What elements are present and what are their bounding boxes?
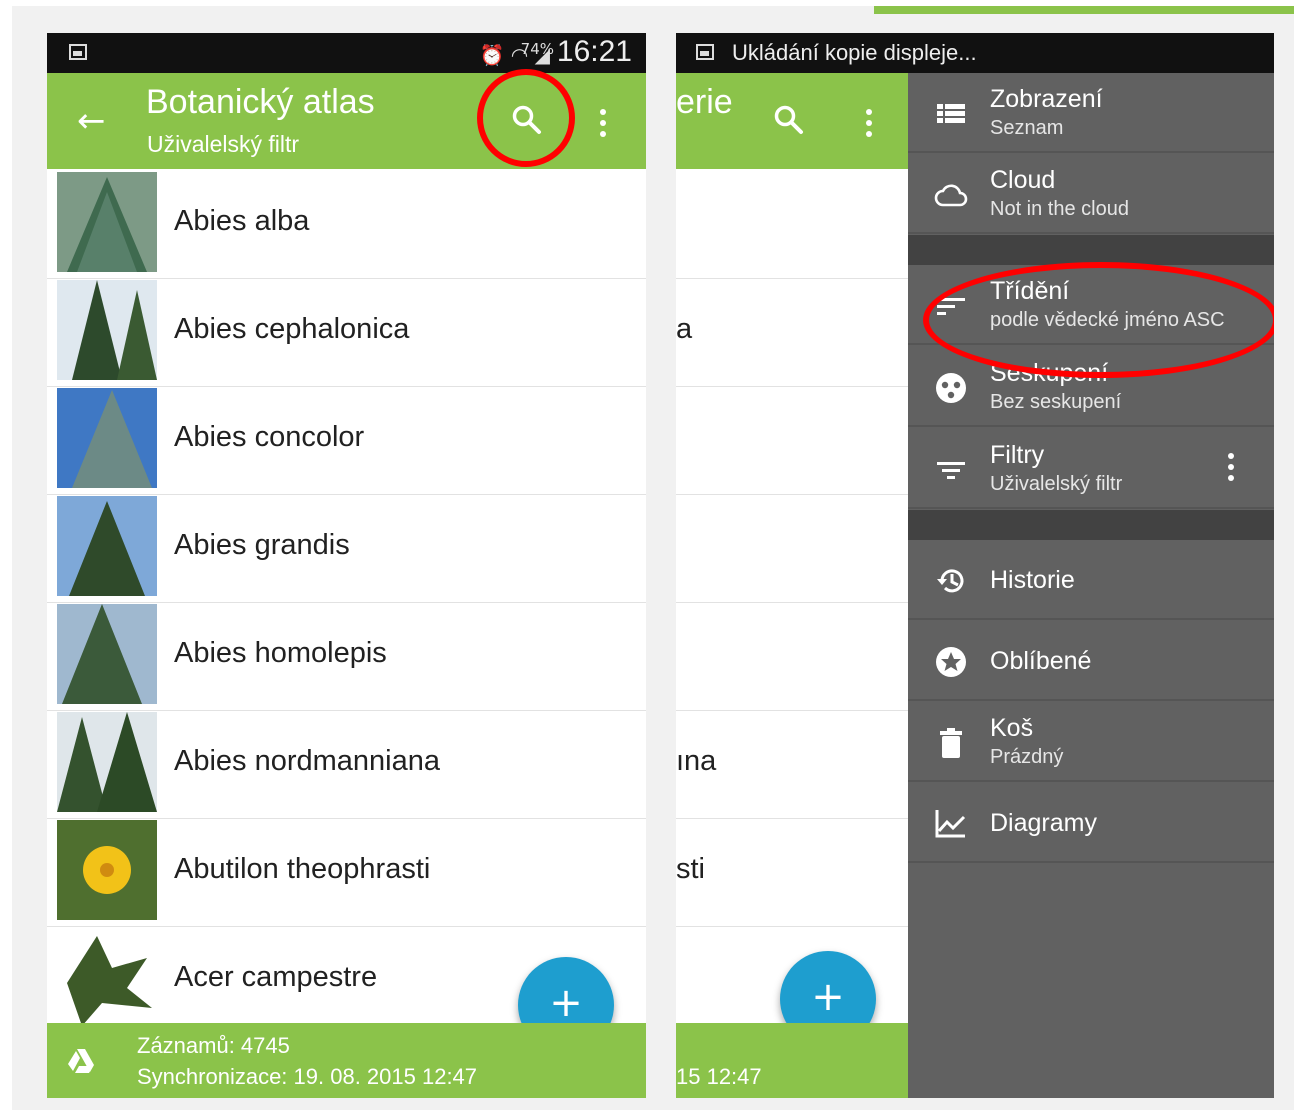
plant-thumbnail [57,388,157,488]
list-item-label: Abies nordmanniana [174,745,441,777]
list-item-label: Abies cephalonica [174,313,410,345]
plant-list: a ına sti [676,171,908,1035]
drawer-item-subtitle: Not in the cloud [990,198,1129,220]
app-title-fragment: erie [676,83,733,121]
list-item-label: sti [676,853,705,885]
list-item-label: Abies grandis [174,529,350,561]
list-item[interactable]: Abies cephalonica [47,279,646,387]
drawer-item-title: Zobrazení [990,85,1103,113]
list-item[interactable] [676,171,908,279]
app-title: Botanický atlas [146,83,375,121]
drawer-item-title: Oblíbené [990,647,1092,675]
list-item[interactable]: Abies alba [47,171,646,279]
sync-status: Synchronizace: 19. 08. 2015 12:47 [137,1064,478,1089]
plant-thumbnail [57,280,157,380]
list-item[interactable]: Abies nordmanniana [47,711,646,819]
drawer-divider [908,510,1274,540]
list-item[interactable] [676,603,908,711]
search-icon[interactable] [772,103,806,137]
clock: 16:21 [556,35,632,68]
list-item-label: a [676,313,693,345]
overflow-menu-icon[interactable] [865,109,873,139]
drawer-item-charts[interactable]: Diagramy [908,783,1274,863]
navigation-drawer: Zobrazení Seznam Cloud Not in the cloud … [908,73,1274,1098]
drawer-item-history[interactable]: Historie [908,540,1274,620]
plant-thumbnail [57,928,157,1028]
drawer-item-subtitle: Bez seskupení [990,391,1122,413]
list-item[interactable]: a [676,279,908,387]
screenshot-notification-icon [69,44,87,60]
list-item[interactable]: sti [676,819,908,927]
list-item-label: ına [676,745,717,777]
plant-thumbnail [57,172,157,272]
drive-icon [68,1049,94,1073]
trash-icon [940,728,962,758]
list-item-label: Abies homolepis [174,637,387,669]
plant-thumbnail [57,496,157,596]
phone-screen-drawer: Ukládání kopie displeje... erie a ına st… [676,33,1274,1098]
notification-text: Ukládání kopie displeje... [732,40,977,65]
group-icon [936,373,966,403]
drawer-item-title: Cloud [990,166,1056,194]
list-item[interactable]: Abies homolepis [47,603,646,711]
plant-thumbnail [57,604,157,704]
drawer-item-favorites[interactable]: Oblíbené [908,621,1274,701]
star-icon [936,647,966,677]
slide-accent [874,6,1294,14]
list-icon [937,104,965,123]
chart-icon [935,810,966,838]
plant-thumbnail [57,820,157,920]
phone-screen-list: ⏰ ◠ ◢ 74% 16:21 ← Botanický atlas Užival… [47,33,646,1098]
drawer-item-view[interactable]: Zobrazení Seznam [908,73,1274,153]
plant-list: Abies alba Abies cephalonica Abies conco… [47,171,646,1035]
sync-status-fragment: 15 12:47 [676,1064,762,1089]
list-item[interactable] [676,387,908,495]
list-item[interactable]: Abies concolor [47,387,646,495]
footer-bar: Záznamů: 4745 Synchronizace: 19. 08. 201… [47,1023,646,1098]
record-count: Záznamů: 4745 [137,1033,290,1058]
list-item[interactable]: Abies grandis [47,495,646,603]
history-icon [937,569,964,593]
back-arrow-icon[interactable]: ← [77,101,106,141]
drawer-item-title: Koš [990,714,1034,742]
footer-bar: 15 12:47 [676,1023,908,1098]
app-subtitle: Uživalelský filtr [147,131,300,157]
drawer-item-title: Diagramy [990,809,1097,837]
drawer-item-title: Filtry [990,441,1045,469]
list-item-label: Abutilon theophrasti [174,853,431,885]
overflow-menu-icon[interactable] [599,109,607,139]
sort-highlight-ellipse [923,262,1274,378]
battery-percentage: 74% [520,40,554,58]
drawer-item-cloud[interactable]: Cloud Not in the cloud [908,154,1274,234]
drawer-divider [908,235,1274,265]
filter-options-icon[interactable] [1227,453,1235,483]
status-bar: ⏰ ◠ ◢ 74% 16:21 [47,33,646,73]
list-item[interactable]: Abutilon theophrasti [47,819,646,927]
list-item[interactable] [676,495,908,603]
app-bar: erie [676,73,908,169]
drawer-item-subtitle: Seznam [990,117,1064,139]
drawer-item-subtitle: Prázdný [990,746,1064,768]
drawer-item-filters[interactable]: Filtry Uživalelský filtr [908,429,1274,509]
status-bar: Ukládání kopie displeje... [676,33,1274,73]
cloud-icon [934,184,968,207]
drawer-item-subtitle: Uživalelský filtr [990,473,1123,495]
drawer-item-trash[interactable]: Koš Prázdný [908,702,1274,782]
plant-thumbnail [57,712,157,812]
list-item-label: Acer campestre [174,961,378,993]
screenshot-notification-icon [696,44,714,60]
list-item-label: Abies concolor [174,421,365,453]
search-highlight-circle [477,69,575,167]
list-item-label: Abies alba [174,205,310,237]
list-item[interactable]: ına [676,711,908,819]
drawer-item-title: Historie [990,566,1075,594]
filter-icon [937,462,965,479]
